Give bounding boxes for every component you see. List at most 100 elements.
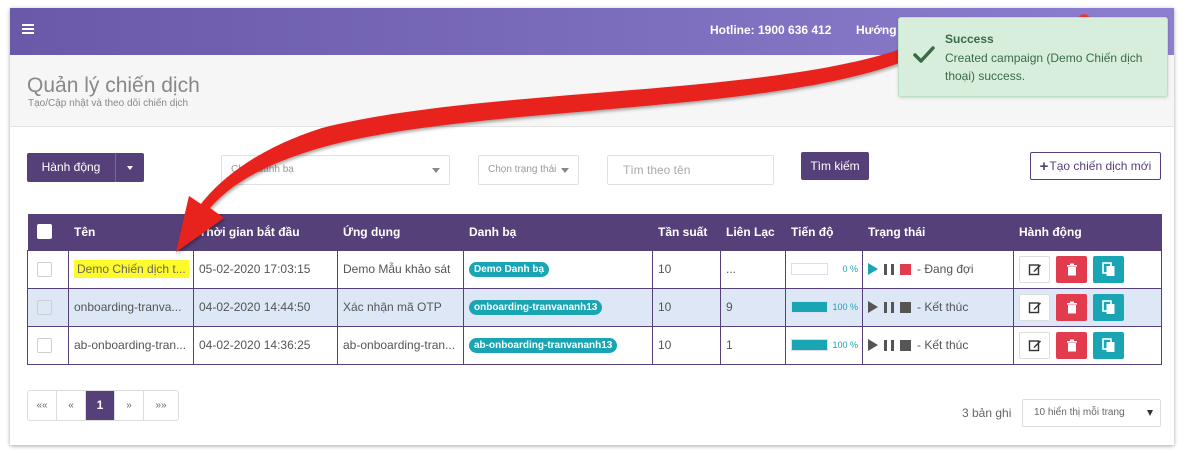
frequency-cell: 10: [652, 249, 721, 289]
campaign-name-cell[interactable]: ab-onboarding-tran...: [68, 325, 194, 365]
search-button[interactable]: Tìm kiếm: [801, 152, 869, 180]
row-select-cell: [27, 287, 69, 327]
page-first-button[interactable]: ««: [28, 391, 57, 420]
stop-icon[interactable]: [900, 301, 911, 313]
progress-label: 100 %: [832, 302, 858, 312]
app-cell: Xác nhận mã OTP: [337, 287, 464, 327]
header-name[interactable]: Tên: [68, 214, 194, 250]
table-row[interactable]: Demo Chiến dịch t... 05-02-2020 17:03:15…: [27, 249, 1162, 289]
edit-icon: [1028, 302, 1041, 314]
header-status[interactable]: Trạng thái: [862, 214, 1014, 250]
toast-message: Created campaign (Demo Chiến dịch thoại)…: [945, 51, 1143, 83]
status-cell: - Đang đợi: [862, 249, 1014, 289]
chevron-down-icon: [561, 168, 569, 173]
chevron-down-icon: [1147, 410, 1153, 416]
play-icon[interactable]: [868, 301, 878, 313]
header-contacts[interactable]: Danh bạ: [463, 214, 653, 250]
status-select[interactable]: Chọn trạng thái: [478, 155, 579, 185]
hotline-text: Hotline: 1900 636 412: [710, 23, 832, 37]
page-next-button[interactable]: »: [115, 391, 144, 420]
table-row[interactable]: ab-onboarding-tran... 04-02-2020 14:36:2…: [27, 325, 1162, 365]
edit-icon: [1028, 340, 1041, 352]
menu-icon[interactable]: [22, 24, 34, 34]
status-select-value: Chọn trạng thái: [488, 164, 557, 175]
status-cell: - Kết thúc: [862, 325, 1014, 365]
status-text: - Đang đợi: [917, 262, 974, 276]
edit-button[interactable]: [1019, 293, 1050, 321]
play-icon[interactable]: [868, 339, 878, 351]
row-checkbox[interactable]: [37, 337, 52, 353]
frequency-cell: 10: [652, 325, 721, 365]
pagination: «« « 1 » »»: [27, 390, 179, 421]
contact-select-value: Chọn danh bạ: [231, 164, 294, 175]
status-text: - Kết thúc: [917, 338, 969, 352]
bulk-action-button[interactable]: Hành động: [27, 153, 144, 182]
play-icon[interactable]: [868, 263, 878, 275]
pause-icon[interactable]: [884, 339, 894, 351]
create-campaign-button[interactable]: +Tạo chiến dịch mới: [1030, 152, 1161, 180]
stop-icon[interactable]: [900, 339, 911, 351]
progress-bar: 0 %: [791, 263, 862, 275]
bulk-action-label: Hành động: [41, 160, 101, 174]
contacts-cell: Demo Danh bạ: [463, 249, 653, 289]
delete-button[interactable]: [1056, 293, 1087, 321]
pause-icon[interactable]: [884, 263, 894, 275]
progress-cell: 100 %: [785, 325, 863, 365]
row-checkbox[interactable]: [37, 299, 52, 315]
page-last-button[interactable]: »»: [144, 391, 178, 420]
edit-button[interactable]: [1019, 255, 1050, 283]
trash-icon: [1066, 339, 1077, 351]
duplicate-button[interactable]: [1093, 331, 1124, 359]
delete-button[interactable]: [1056, 255, 1087, 283]
campaign-name-cell[interactable]: onboarding-tranva...: [68, 287, 194, 327]
delete-button[interactable]: [1056, 331, 1087, 359]
page-current-button[interactable]: 1: [86, 391, 115, 420]
per-page-select[interactable]: 10 hiển thị mỗi trang: [1022, 399, 1161, 427]
contacted-cell: ...: [720, 249, 786, 289]
bulk-action-dropdown-toggle[interactable]: [115, 153, 144, 182]
header-start-time[interactable]: Thời gian bắt đầu: [193, 214, 338, 250]
trash-icon: [1066, 301, 1077, 313]
copy-icon: [1101, 261, 1114, 276]
contact-select[interactable]: Chọn danh bạ: [221, 155, 450, 185]
trash-icon: [1066, 263, 1077, 275]
select-all-cell: [27, 214, 69, 250]
duplicate-button[interactable]: [1093, 293, 1124, 321]
header-progress[interactable]: Tiến độ: [785, 214, 863, 250]
guide-link[interactable]: Hướng: [856, 23, 897, 37]
duplicate-button[interactable]: [1093, 255, 1124, 283]
start-time-cell: 04-02-2020 14:44:50: [193, 287, 338, 327]
copy-icon: [1101, 299, 1114, 314]
copy-icon: [1101, 337, 1114, 352]
chevron-down-icon: [127, 165, 133, 170]
contacts-badge: onboarding-tranvananh13: [469, 300, 603, 315]
row-checkbox[interactable]: [37, 261, 52, 277]
header-frequency[interactable]: Tần suất: [652, 214, 721, 250]
edit-button[interactable]: [1019, 331, 1050, 359]
progress-label: 0 %: [842, 264, 858, 274]
header-app[interactable]: Ứng dụng: [337, 214, 464, 250]
campaign-name-cell[interactable]: Demo Chiến dịch t...: [68, 249, 194, 289]
progress-cell: 0 %: [785, 249, 863, 289]
app-cell: ab-onboarding-tran...: [337, 325, 464, 365]
contacts-cell: ab-onboarding-tranvananh13: [463, 325, 653, 365]
header-contacted[interactable]: Liên Lạc: [720, 214, 786, 250]
table-row[interactable]: onboarding-tranva... 04-02-2020 14:44:50…: [27, 287, 1162, 327]
page-prev-button[interactable]: «: [57, 391, 86, 420]
campaign-name[interactable]: Demo Chiến dịch t...: [74, 260, 189, 278]
status-cell: - Kết thúc: [862, 287, 1014, 327]
contacts-badge: Demo Danh bạ: [469, 262, 550, 277]
record-count: 3 bản ghi: [962, 406, 1012, 420]
stop-icon[interactable]: [900, 263, 911, 275]
pause-icon[interactable]: [884, 301, 894, 313]
success-toast[interactable]: Success Created campaign (Demo Chiến dịc…: [898, 17, 1168, 97]
search-input[interactable]: [607, 155, 774, 185]
check-icon: [913, 46, 935, 63]
row-select-cell: [27, 325, 69, 365]
create-campaign-label: Tạo chiến dịch mới: [1049, 159, 1152, 173]
row-select-cell: [27, 249, 69, 289]
select-all-checkbox[interactable]: [36, 224, 52, 240]
contacted-cell: 1: [720, 325, 786, 365]
table-header-row: Tên Thời gian bắt đầu Ứng dụng Danh bạ T…: [27, 214, 1162, 250]
page-title: Quản lý chiến dịch: [27, 74, 200, 97]
